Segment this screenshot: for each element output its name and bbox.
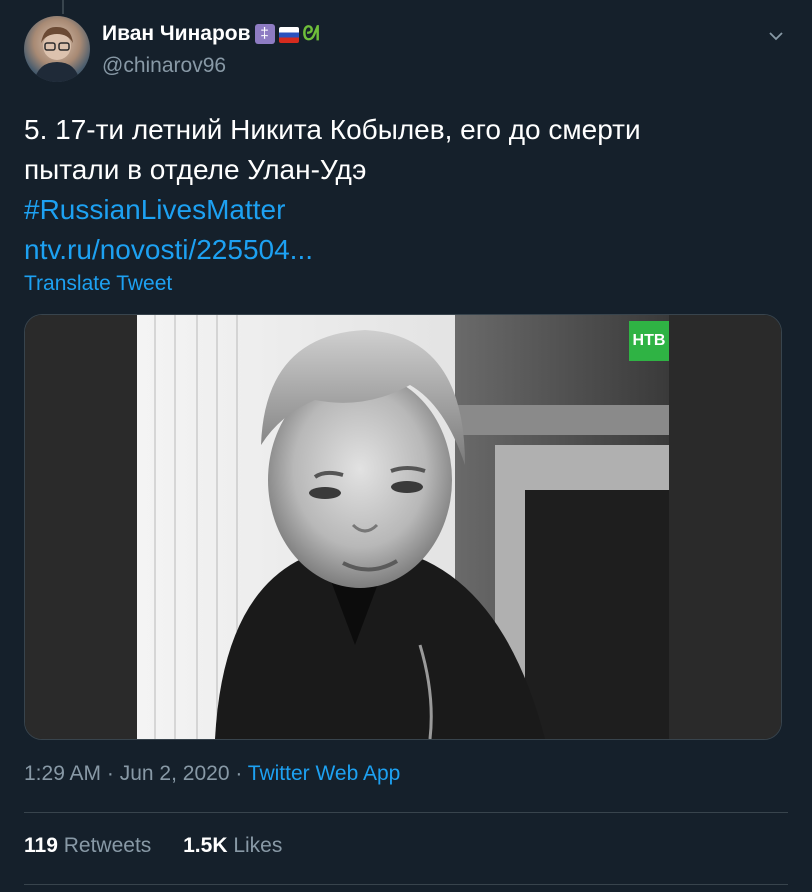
retweets-count: 119 (24, 834, 58, 857)
tweet-text-line-1: 5. 17-ти летний Никита Кобылев, его до с… (24, 114, 641, 145)
snake-icon: ᘛ (302, 23, 320, 45)
user-handle[interactable]: @chinarov96 (102, 54, 226, 78)
tweet-source[interactable]: Twitter Web App (248, 762, 401, 785)
url-link[interactable]: ntv.ru/novosti/225504... (24, 230, 764, 270)
hashtag-link[interactable]: #RussianLivesMatter (24, 190, 764, 230)
meta-separator: · (229, 762, 248, 785)
tweet-stats: 119 Retweets 1.5K Likes (24, 834, 308, 858)
avatar[interactable] (24, 16, 90, 82)
likes-count: 1.5K (183, 834, 228, 857)
display-name[interactable]: Иван Чинаров (102, 22, 251, 46)
name-row: Иван Чинаров ‡ ᘛ (102, 22, 323, 46)
tweet-meta: 1:29 AM · Jun 2, 2020 · Twitter Web App (24, 762, 400, 786)
divider (24, 884, 788, 885)
meta-separator: · (101, 762, 120, 785)
ntv-logo: НТВ (629, 321, 669, 361)
tweet-media-image[interactable]: НТВ (24, 314, 782, 740)
likes-stat[interactable]: 1.5K Likes (183, 834, 282, 857)
translate-tweet-link[interactable]: Translate Tweet (24, 272, 172, 296)
tweet-header: Иван Чинаров ‡ ᘛ @chinarov96 (24, 16, 788, 86)
retweets-stat[interactable]: 119 Retweets (24, 834, 151, 857)
russian-flag-icon (278, 27, 299, 43)
tweet-date[interactable]: Jun 2, 2020 (120, 762, 230, 785)
likes-label: Likes (233, 834, 283, 857)
divider (24, 812, 788, 813)
orthodox-cross-icon: ‡ (254, 24, 275, 44)
tweet-text-line-2: пытали в отделе Улан-Удэ (24, 154, 367, 185)
tweet-text: 5. 17-ти летний Никита Кобылев, его до с… (24, 110, 764, 270)
tweet-time[interactable]: 1:29 AM (24, 762, 101, 785)
retweets-label: Retweets (63, 834, 152, 857)
thread-connector-line (62, 0, 64, 14)
chevron-down-icon[interactable] (764, 24, 788, 48)
